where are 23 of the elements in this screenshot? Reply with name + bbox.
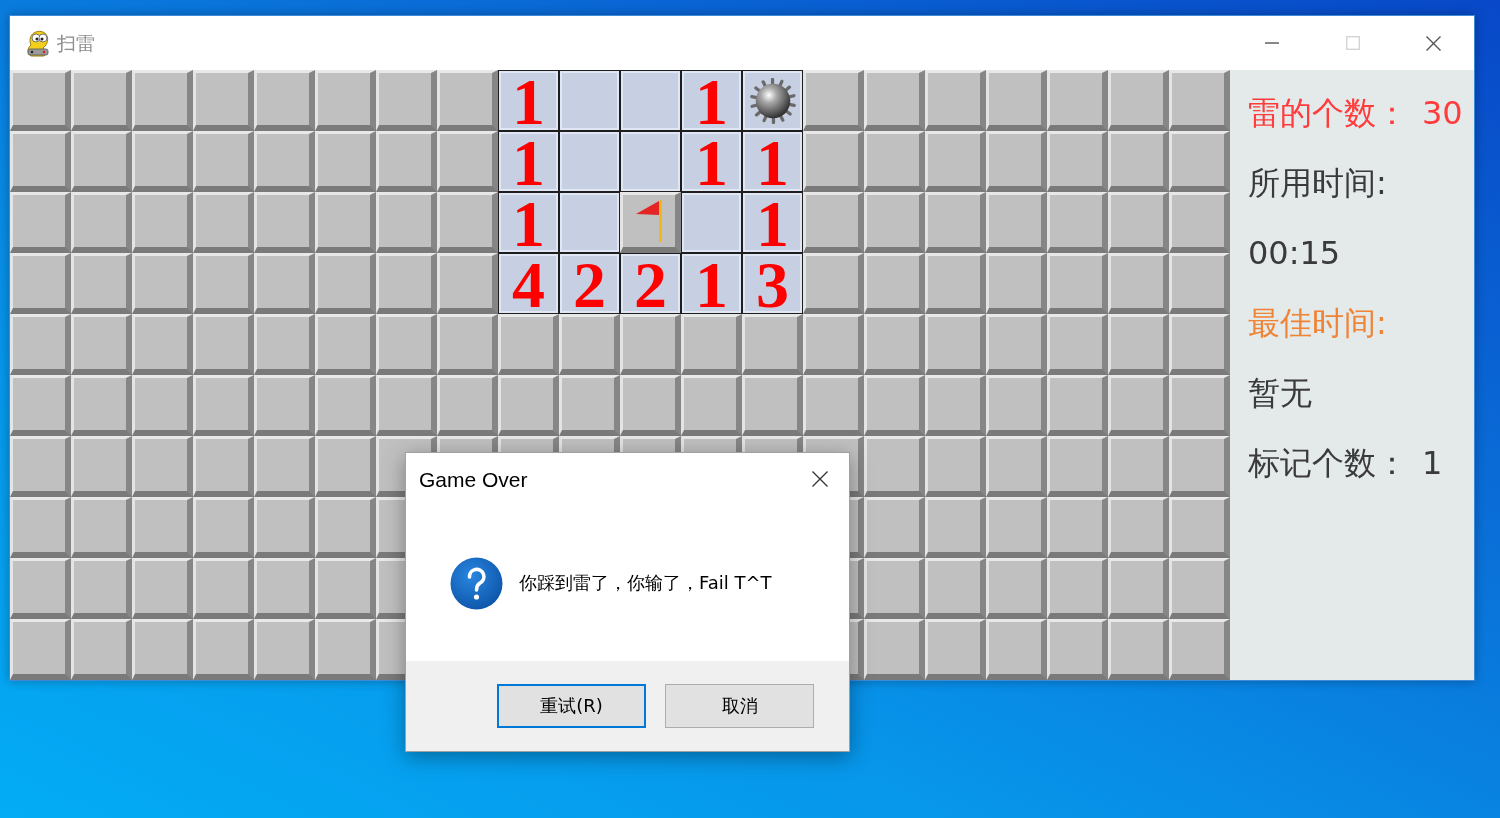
dialog-title: Game Over	[419, 468, 528, 490]
number-tile: 3	[742, 253, 803, 314]
number-tile: 1	[742, 192, 803, 253]
window-title: 扫雷	[57, 33, 95, 53]
number-tile: 1	[498, 192, 559, 253]
stat-label: 雷的个数：	[1248, 97, 1408, 129]
number-tile: 1	[681, 131, 742, 192]
number-tile: 2	[620, 253, 681, 314]
number-tile: 1	[498, 70, 559, 131]
stat-text: 所用时间:	[1248, 167, 1387, 199]
number-tile: 4	[498, 253, 559, 314]
number-tile: 1	[681, 70, 742, 131]
stat-label: 标记个数：	[1248, 447, 1408, 479]
number-tile: 1	[681, 253, 742, 314]
stat-text: 暂无	[1248, 377, 1312, 409]
stat-value: 1	[1422, 447, 1443, 479]
number-tile: 1	[742, 131, 803, 192]
stat-text: 00:15	[1248, 237, 1341, 269]
stat-text: 最佳时间:	[1248, 307, 1387, 339]
number-tile: 1	[498, 131, 559, 192]
stat-value: 30	[1422, 97, 1463, 129]
number-tile: 2	[559, 253, 620, 314]
dialog-message: 你踩到雷了，你输了，Fail T^T	[519, 572, 772, 594]
